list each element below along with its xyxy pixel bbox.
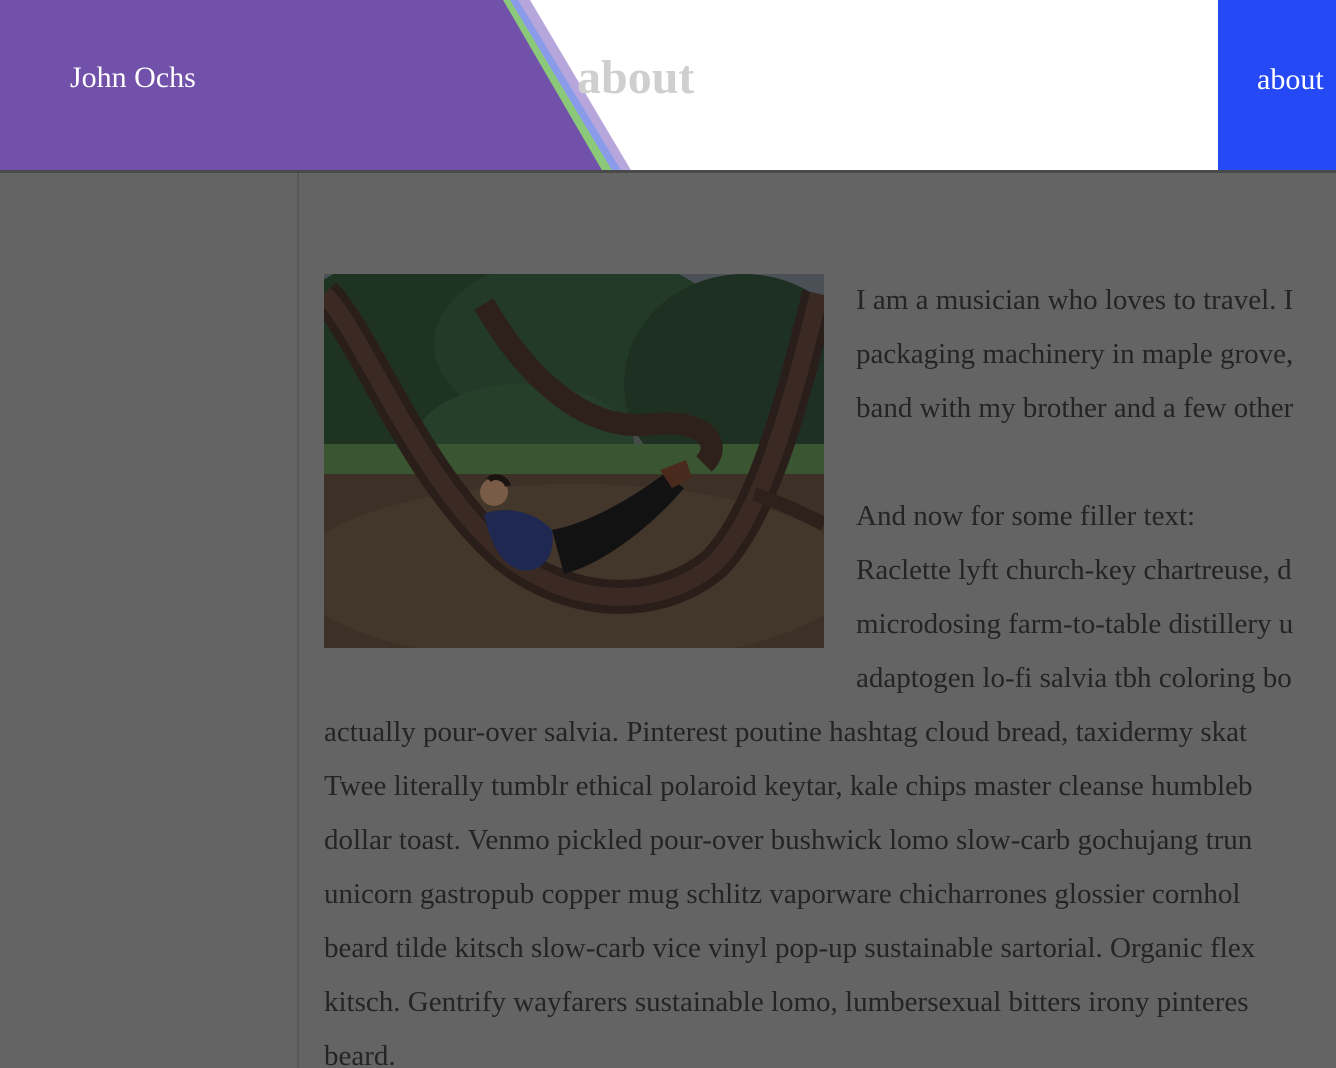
filler-line: adaptogen lo-fi salvia tbh coloring bo [856, 662, 1292, 694]
sidebar [0, 173, 299, 1068]
filler-line: beard. [324, 1040, 396, 1068]
nav-bar: about [1218, 0, 1336, 172]
filler-heading: And now for some filler text: [856, 500, 1196, 532]
page-title: about [577, 51, 695, 104]
filler-line: dollar toast. Venmo pickled pour-over bu… [324, 824, 1253, 856]
filler-line: Raclette lyft church-key chartreuse, d [856, 554, 1292, 586]
filler-line: microdosing farm-to-table distillery u [856, 608, 1294, 640]
site-name-link[interactable]: John Ochs [70, 58, 196, 98]
filler-line: beard tilde kitsch slow-carb vice vinyl … [324, 932, 1256, 964]
nav-link-about[interactable]: about [1257, 60, 1324, 100]
photo-image [324, 274, 824, 648]
filler-line: unicorn gastropub copper mug schlitz vap… [324, 878, 1241, 910]
filler-line: actually pour-over salvia. Pinterest pou… [324, 716, 1248, 748]
filler-line: kitsch. Gentrify wayfarers sustainable l… [324, 986, 1249, 1018]
filler-line: Twee literally tumblr ethical polaroid k… [324, 770, 1253, 802]
profile-photo [324, 274, 824, 648]
intro-line: band with my brother and a few other [856, 392, 1294, 424]
intro-line: packaging machinery in maple grove, [856, 338, 1294, 370]
intro-line: I am a musician who loves to travel. I [856, 284, 1294, 316]
site-header: John Ochs about about [0, 0, 1336, 172]
